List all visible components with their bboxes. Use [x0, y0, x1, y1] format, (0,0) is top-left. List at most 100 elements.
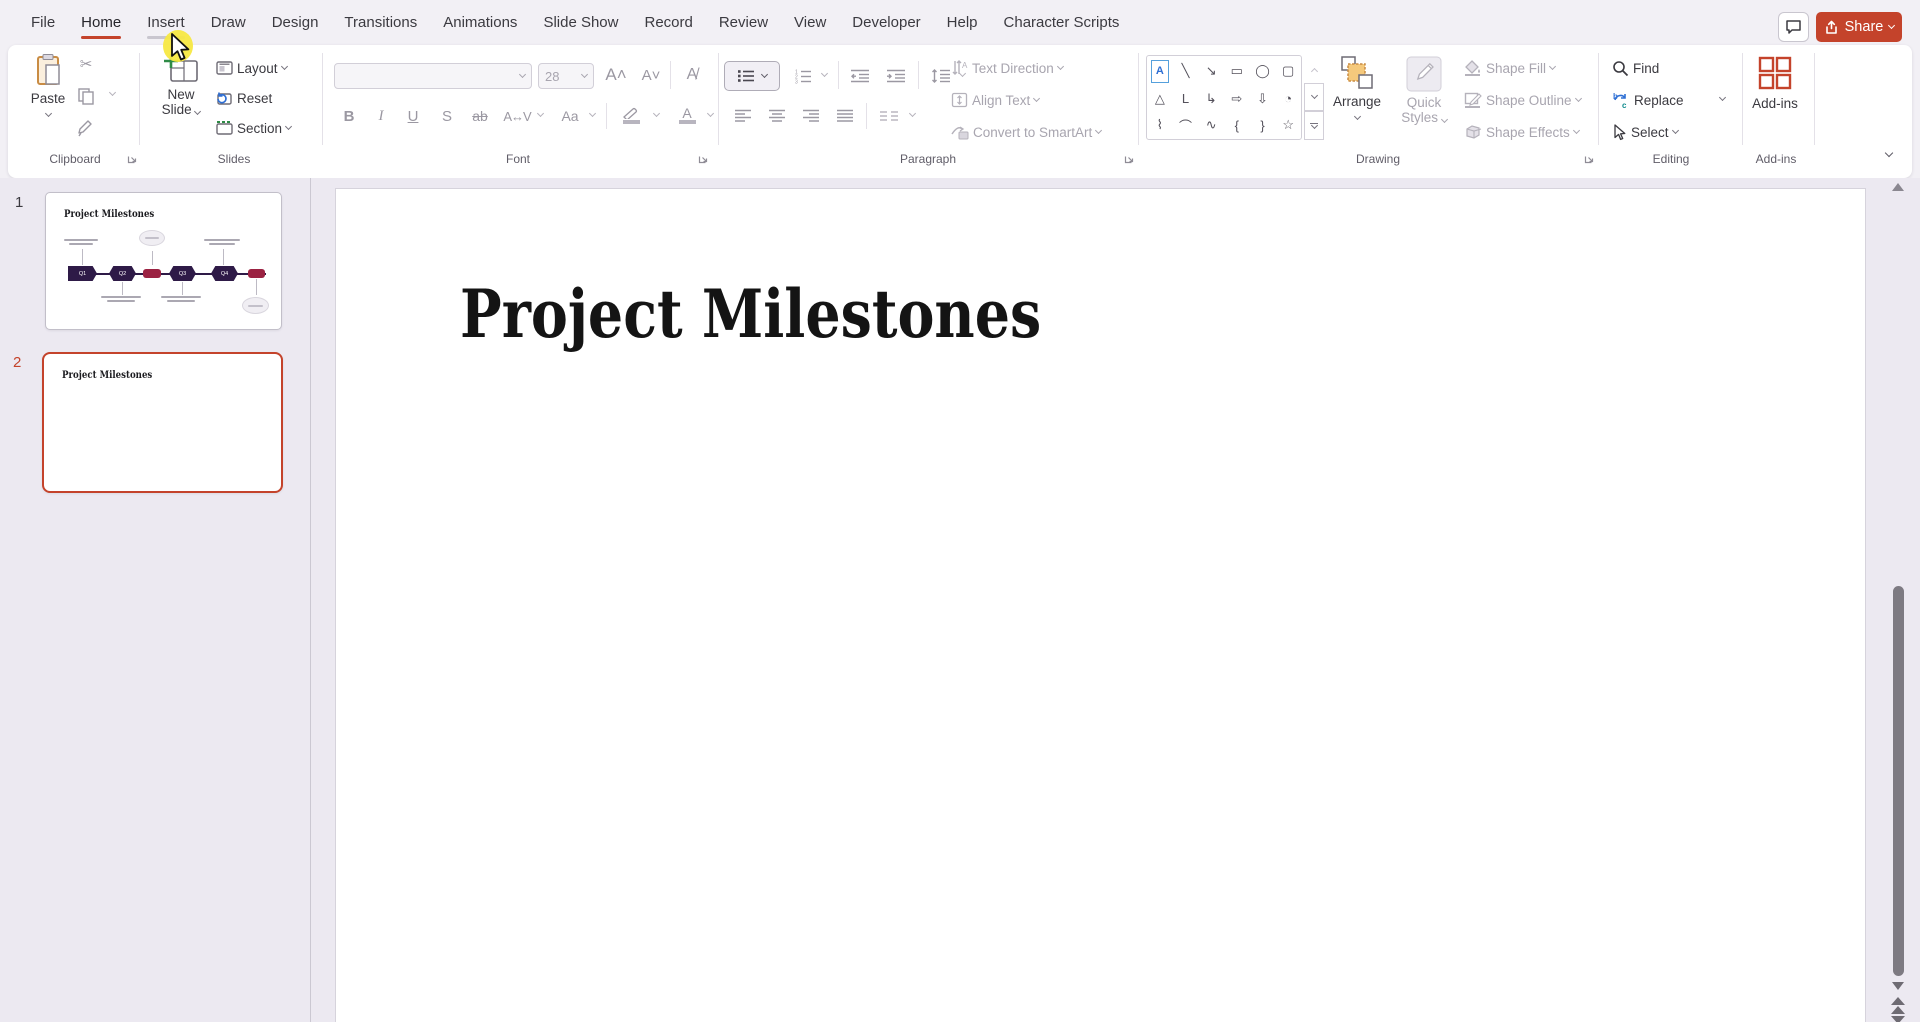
shape-left-brace-icon[interactable]: {	[1224, 111, 1250, 139]
replace-button[interactable]: bc Replace	[1612, 89, 1684, 111]
justify-button[interactable]	[832, 103, 858, 129]
menu-tab-developer[interactable]: Developer	[839, 0, 933, 45]
align-left-button[interactable]	[730, 103, 756, 129]
chevron-down-icon[interactable]	[909, 110, 916, 117]
font-dialog-launcher-icon[interactable]	[698, 153, 710, 165]
comments-button[interactable]	[1778, 12, 1809, 42]
chevron-down-icon[interactable]	[1719, 94, 1726, 101]
shape-curve-icon[interactable]: ∿	[1198, 111, 1224, 139]
shape-effects-button[interactable]: Shape Effects	[1464, 121, 1579, 143]
clipboard-dialog-launcher-icon[interactable]	[127, 153, 139, 165]
menu-tab-animations[interactable]: Animations	[430, 0, 530, 45]
slide-title[interactable]: Project Milestones	[460, 275, 1041, 353]
section-button[interactable]: Section	[216, 117, 291, 139]
shape-elbow-arrow-icon[interactable]: ↳	[1198, 87, 1224, 112]
shape-right-arrow-icon[interactable]: ⇨	[1224, 87, 1250, 112]
character-spacing-button[interactable]: A↔V	[502, 103, 532, 129]
shape-triangle-icon[interactable]: △	[1147, 87, 1173, 112]
scroll-down-arrow[interactable]	[1892, 982, 1904, 990]
shape-outline-button[interactable]: Shape Outline	[1464, 89, 1581, 111]
previous-slide-button[interactable]	[1891, 997, 1905, 1014]
italic-button[interactable]: I	[370, 103, 392, 129]
decrease-indent-button[interactable]	[846, 63, 874, 89]
change-case-button[interactable]: Aa	[556, 103, 584, 129]
chevron-down-icon[interactable]	[653, 110, 660, 117]
menu-tab-insert[interactable]: Insert	[134, 0, 198, 45]
quick-styles-button[interactable]: Quick Styles	[1396, 55, 1452, 125]
slide-canvas[interactable]: Project Milestones	[335, 188, 1866, 1022]
shape-fill-button[interactable]: Shape Fill	[1464, 57, 1555, 79]
font-size-combobox[interactable]: 28	[538, 63, 594, 89]
text-highlight-color-button[interactable]	[614, 101, 648, 129]
decrease-font-size-button[interactable]: A˅	[636, 61, 666, 89]
arrange-button[interactable]: Arrange	[1330, 55, 1384, 119]
shape-arrow-icon[interactable]: ↘	[1198, 56, 1224, 87]
collapse-ribbon-icon[interactable]	[1885, 149, 1893, 157]
menu-tab-draw[interactable]: Draw	[198, 0, 259, 45]
text-shadow-button[interactable]: S	[436, 103, 458, 129]
paste-button[interactable]: Paste	[22, 53, 74, 116]
shape-star-icon[interactable]: ☆	[1275, 111, 1301, 139]
gallery-scroll-down-button[interactable]	[1304, 83, 1324, 111]
shape-right-brace-icon[interactable]: }	[1250, 111, 1276, 139]
add-ins-button[interactable]: Add-ins	[1746, 53, 1804, 111]
font-color-button[interactable]: A	[672, 101, 702, 129]
increase-indent-button[interactable]	[882, 63, 910, 89]
text-direction-button[interactable]: A Text Direction	[951, 57, 1063, 79]
shape-pie-icon[interactable]: ◔	[1275, 87, 1301, 112]
convert-to-smartart-button[interactable]: Convert to SmartArt	[951, 121, 1101, 143]
bullets-button[interactable]	[724, 61, 780, 91]
numbering-button[interactable]: 123	[790, 63, 816, 89]
increase-font-size-button[interactable]: A˄	[600, 61, 632, 89]
strikethrough-button[interactable]: ab	[466, 103, 494, 129]
find-button[interactable]: Find	[1612, 57, 1659, 79]
chevron-down-icon[interactable]	[821, 70, 828, 77]
drawing-dialog-launcher-icon[interactable]	[1584, 153, 1596, 165]
format-painter-button[interactable]	[74, 117, 98, 139]
new-slide-button[interactable]: New Slide	[154, 53, 208, 117]
layout-button[interactable]: Layout	[216, 57, 287, 79]
cut-button[interactable]: ✂	[74, 53, 98, 75]
chevron-down-icon[interactable]	[109, 89, 116, 96]
next-slide-button[interactable]	[1891, 1016, 1905, 1022]
shape-rounded-rectangle-icon[interactable]: ▢	[1275, 56, 1301, 87]
menu-tab-transitions[interactable]: Transitions	[331, 0, 430, 45]
menu-tab-slide-show[interactable]: Slide Show	[530, 0, 631, 45]
shape-scribble-icon[interactable]: ⌇	[1147, 111, 1173, 139]
bold-button[interactable]: B	[338, 103, 360, 129]
menu-tab-record[interactable]: Record	[631, 0, 705, 45]
share-button[interactable]: Share	[1816, 12, 1902, 42]
vertical-scrollbar-thumb[interactable]	[1893, 586, 1904, 976]
menu-tab-character-scripts[interactable]: Character Scripts	[991, 0, 1133, 45]
copy-button[interactable]	[74, 85, 98, 107]
shape-oval-icon[interactable]: ◯	[1250, 56, 1276, 87]
menu-tab-file[interactable]: File	[18, 0, 68, 45]
shape-elbow-connector-icon[interactable]: L	[1173, 87, 1199, 112]
align-text-button[interactable]: Align Text	[951, 89, 1039, 111]
menu-tab-design[interactable]: Design	[259, 0, 332, 45]
chevron-down-icon[interactable]	[537, 110, 544, 117]
chevron-down-icon[interactable]	[589, 110, 596, 117]
underline-button[interactable]: U	[402, 103, 424, 129]
font-name-combobox[interactable]	[334, 63, 532, 89]
align-center-button[interactable]	[764, 103, 790, 129]
select-button[interactable]: Select	[1612, 121, 1678, 143]
scroll-up-arrow[interactable]	[1892, 183, 1904, 191]
slide-thumbnail-2[interactable]: Project Milestones	[42, 352, 283, 493]
menu-tab-help[interactable]: Help	[934, 0, 991, 45]
panel-divider[interactable]	[310, 178, 311, 1022]
gallery-scroll-up-button[interactable]	[1304, 55, 1324, 83]
chevron-down-icon[interactable]	[707, 110, 714, 117]
slide-thumbnail-1[interactable]: Project Milestones Q1 Q2 Q3 Q4	[45, 192, 282, 330]
reset-button[interactable]: Reset	[216, 87, 272, 109]
menu-tab-review[interactable]: Review	[706, 0, 781, 45]
columns-button[interactable]	[874, 103, 904, 129]
menu-tab-view[interactable]: View	[781, 0, 839, 45]
shape-down-arrow-icon[interactable]: ⇩	[1250, 87, 1276, 112]
menu-tab-home[interactable]: Home	[68, 0, 134, 45]
align-right-button[interactable]	[798, 103, 824, 129]
paragraph-dialog-launcher-icon[interactable]	[1124, 153, 1136, 165]
gallery-more-button[interactable]	[1304, 111, 1324, 140]
shape-rectangle-icon[interactable]: ▭	[1224, 56, 1250, 87]
shape-line-icon[interactable]: ╲	[1173, 56, 1199, 87]
